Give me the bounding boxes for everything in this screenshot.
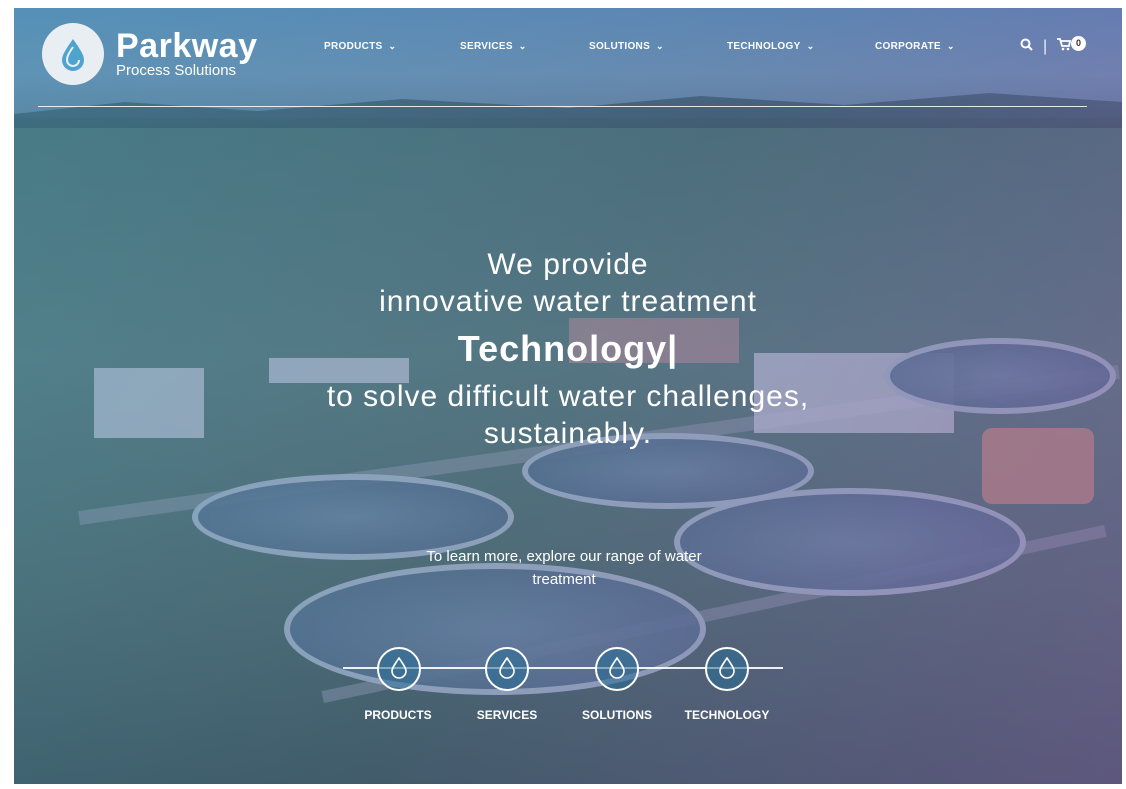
water-drop-icon (609, 657, 625, 679)
chevron-down-icon: ⌄ (946, 41, 955, 51)
chevron-down-icon: ⌄ (656, 41, 664, 51)
brand-subtitle: Process Solutions (116, 62, 237, 79)
search-icon[interactable] (1020, 38, 1033, 56)
hero-line-1: We provide (487, 248, 649, 281)
hero-line-2: innovative water treatment (379, 285, 757, 318)
hero-line-4: to solve difficult water challenges, (326, 380, 810, 413)
nav-services[interactable]: SERVICES ⌄ (460, 41, 589, 52)
cart-count-badge: 0 (1071, 36, 1086, 51)
hero-section: Parkway Process Solutions PRODUCTS ⌄ SERV… (14, 8, 1122, 784)
hero-line-5: sustainably. (483, 417, 653, 450)
nav-corporate[interactable]: CORPORATE ⌄ (875, 41, 975, 52)
main-nav: PRODUCTS ⌄ SERVICES ⌄ SOLUTIONS ⌄ TECHNOLOG… (324, 41, 975, 52)
nav-label: PRODUCTS (324, 41, 383, 52)
explore-services-button[interactable] (485, 647, 529, 691)
logo-drop-icon (42, 23, 104, 85)
header-divider (38, 106, 1087, 107)
nav-label: CORPORATE (875, 41, 941, 52)
nav-products[interactable]: PRODUCTS ⌄ (324, 41, 460, 52)
chevron-down-icon: ⌄ (518, 41, 527, 51)
explore-technology-button[interactable] (705, 647, 749, 691)
learn-more-text: To learn more, explore our range of wate… (426, 548, 702, 588)
cart-icon[interactable] (1057, 38, 1072, 56)
nav-label: SOLUTIONS (589, 41, 651, 52)
utility-separator: | (1043, 38, 1048, 55)
explore-technology-label[interactable]: TECHNOLOGY (672, 708, 782, 722)
chevron-down-icon: ⌄ (806, 41, 815, 51)
water-drop-icon (719, 657, 735, 679)
brand-name: Parkway (116, 27, 258, 65)
brand-logo[interactable]: Parkway Process Solutions (42, 23, 258, 85)
nav-technology[interactable]: TECHNOLOGY ⌄ (727, 41, 875, 52)
nav-label: SERVICES (460, 41, 513, 52)
water-drop-icon (499, 657, 515, 679)
explore-services-label[interactable]: SERVICES (452, 708, 562, 722)
header-utilities: | (1020, 38, 1072, 56)
chevron-down-icon: ⌄ (388, 41, 397, 51)
explore-products-label[interactable]: PRODUCTS (343, 708, 453, 722)
water-drop-icon (391, 657, 407, 679)
nav-solutions[interactable]: SOLUTIONS ⌄ (589, 41, 727, 52)
explore-solutions-button[interactable] (595, 647, 639, 691)
explore-products-button[interactable] (377, 647, 421, 691)
explore-solutions-label[interactable]: SOLUTIONS (562, 708, 672, 722)
hero-line-3-highlight: Technology| (457, 328, 679, 369)
nav-label: TECHNOLOGY (727, 41, 801, 52)
